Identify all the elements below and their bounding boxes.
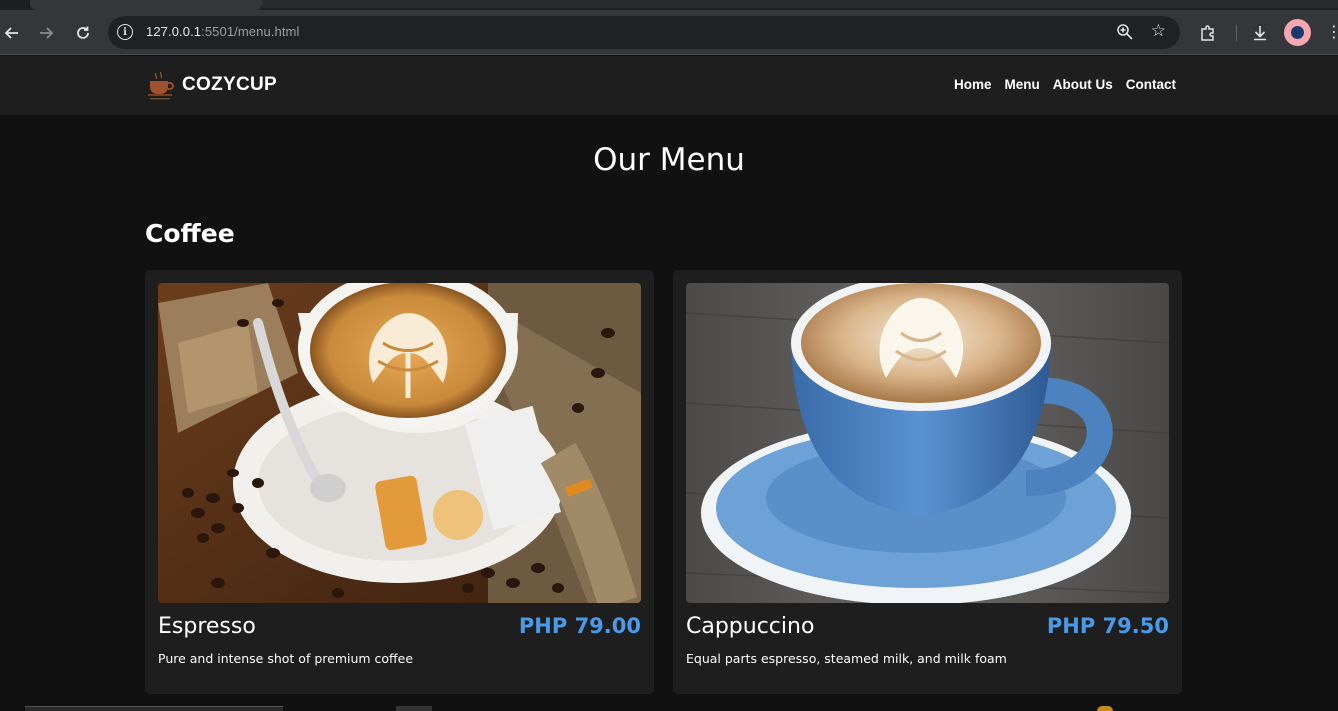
browser-tab-strip [0,0,1338,10]
url-path: :5501/menu.html [201,24,300,39]
item-name: Cappuccino [686,614,815,639]
item-name: Espresso [158,614,256,639]
url-text[interactable]: 127.0.0.1:5501/menu.html [146,24,299,39]
menu-card-espresso[interactable]: Espresso PHP 79.00 Pure and intense shot… [145,270,654,694]
menu-card-cappuccino[interactable]: Cappuccino PHP 79.50 Equal parts espress… [673,270,1182,694]
nav-link-contact[interactable]: Contact [1126,77,1176,92]
site-logo[interactable]: COZYCUP [147,67,277,103]
partial-element-bottom-3 [1097,706,1113,711]
kebab-icon[interactable]: ⋮ [1326,22,1338,41]
toolbar-separator [1236,25,1237,41]
coffee-cup-logo-icon [147,67,175,103]
address-bar[interactable]: i 127.0.0.1:5501/menu.html ☆ [108,16,1180,49]
browser-toolbar: i 127.0.0.1:5501/menu.html ☆ ⋮ [0,10,1338,55]
brand-name: COZYCUP [182,74,277,95]
cappuccino-photo [686,283,1169,603]
nav-link-home[interactable]: Home [954,77,992,92]
item-description: Pure and intense shot of premium coffee [158,651,414,666]
avatar-image [1291,26,1304,39]
nav-link-menu[interactable]: Menu [1005,77,1040,92]
espresso-photo [158,283,641,603]
download-icon[interactable] [1249,22,1271,44]
browser-tab-area [262,0,1338,8]
section-title-coffee: Coffee [145,219,235,248]
item-price: PHP 79.50 [1046,614,1169,638]
site-header: COZYCUP Home Menu About Us Contact [0,56,1338,115]
zoom-icon[interactable] [1116,23,1134,41]
info-icon[interactable]: i [117,24,133,40]
main-nav: Home Menu About Us Contact [954,77,1176,92]
profile-avatar[interactable] [1284,19,1311,46]
star-icon[interactable]: ☆ [1151,21,1166,41]
forward-arrow-icon[interactable] [34,21,58,45]
partial-element-bottom [25,706,283,711]
back-arrow-icon[interactable] [0,21,24,45]
item-description: Equal parts espresso, steamed milk, and … [686,651,1007,666]
browser-tab-active[interactable] [30,0,262,10]
item-price: PHP 79.00 [518,614,641,638]
page-title: Our Menu [593,142,745,178]
nav-link-about-us[interactable]: About Us [1053,77,1113,92]
puzzle-icon[interactable] [1197,22,1219,44]
url-host: 127.0.0.1 [146,24,202,39]
partial-element-bottom-2 [396,706,432,711]
reload-icon[interactable] [71,21,95,45]
